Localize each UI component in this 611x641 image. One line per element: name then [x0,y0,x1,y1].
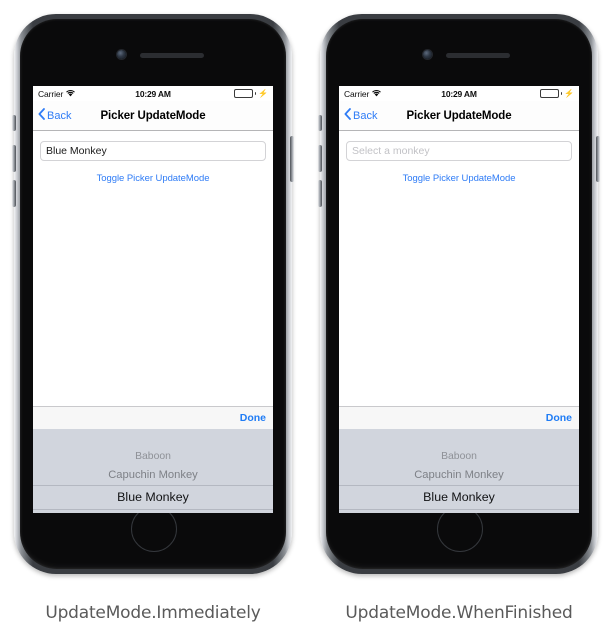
power-button-right[interactable] [596,136,600,182]
picker-row[interactable]: Capuchin Monkey [339,466,579,485]
front-camera-icon [117,50,126,59]
picker-rows-right: Baboon Capuchin Monkey Blue Monkey Squir… [339,447,579,513]
status-bar-left: Carrier 10:29 AM ⚡ [33,86,273,101]
lightning-bolt-icon: ⚡ [564,88,574,98]
phone-screen-left: Carrier 10:29 AM ⚡ Back Picker UpdateMod… [33,86,273,513]
back-button-right[interactable]: Back [344,108,377,123]
picker-row-selected[interactable]: Blue Monkey [33,485,273,509]
picker-row[interactable]: Capuchin Monkey [33,466,273,485]
status-bar-right: Carrier 10:29 AM ⚡ [339,86,579,101]
content-area-right: Toggle Picker UpdateMode [339,131,579,406]
toggle-picker-updatemode-link[interactable]: Toggle Picker UpdateMode [33,173,273,184]
toggle-picker-updatemode-link[interactable]: Toggle Picker UpdateMode [339,173,579,184]
picker-wheel-left[interactable]: Baboon Capuchin Monkey Blue Monkey Squir… [33,429,273,513]
picker-toolbar-right: Done [339,406,579,429]
silent-switch-right[interactable] [318,115,322,131]
volume-up-button-left[interactable] [12,145,16,172]
status-bar-left-group: Carrier [38,88,76,99]
volume-down-button-left[interactable] [12,180,16,207]
picker-row[interactable]: Baboon [33,447,273,466]
picker-selection-line-bottom [33,509,273,510]
phone-bezel-right: Carrier 10:29 AM ⚡ Back Picker UpdateMod… [326,19,592,569]
picker-selection-line-bottom [339,509,579,510]
picker-rows-left: Baboon Capuchin Monkey Blue Monkey Squir… [33,447,273,513]
carrier-label: Carrier [344,88,370,99]
front-camera-icon [423,50,432,59]
volume-up-button-right[interactable] [318,145,322,172]
carrier-label: Carrier [38,88,64,99]
lightning-bolt-icon: ⚡ [258,88,268,98]
phone-device-right: Carrier 10:29 AM ⚡ Back Picker UpdateMod… [318,14,600,574]
back-button-label: Back [353,109,378,122]
phone-bezel-left: Carrier 10:29 AM ⚡ Back Picker UpdateMod… [20,19,286,569]
caption-left: UpdateMode.Immediately [45,603,261,623]
content-area-left: Toggle Picker UpdateMode [33,131,273,406]
monkey-text-field[interactable] [346,141,572,161]
picker-wheel-right[interactable]: Baboon Capuchin Monkey Blue Monkey Squir… [339,429,579,513]
picker-row-selected[interactable]: Blue Monkey [339,485,579,509]
earpiece-speaker [446,53,510,58]
battery-cap-icon [254,91,257,96]
picker-toolbar-left: Done [33,406,273,429]
caption-right: UpdateMode.WhenFinished [345,603,573,623]
picker-selection-line-top [339,485,579,486]
text-field-container-left [33,131,273,161]
phone-device-left: Carrier 10:29 AM ⚡ Back Picker UpdateMod… [12,14,294,574]
done-button[interactable]: Done [240,412,266,424]
done-button[interactable]: Done [546,412,572,424]
nav-bar-right: Back Picker UpdateMode [339,101,579,131]
picker-row[interactable]: Baboon [339,447,579,466]
status-bar-right-group: ⚡ [540,89,574,98]
silent-switch-left[interactable] [12,115,16,131]
status-bar-right-group: ⚡ [234,89,268,98]
battery-icon [540,89,560,98]
wifi-icon [372,89,382,99]
comparison-stage: Carrier 10:29 AM ⚡ Back Picker UpdateMod… [0,0,611,641]
back-button-label: Back [47,109,72,122]
back-button-left[interactable]: Back [38,108,71,123]
volume-down-button-right[interactable] [318,180,322,207]
status-bar-left-group: Carrier [344,88,382,99]
text-field-container-right [339,131,579,161]
battery-icon [234,89,254,98]
chevron-left-icon [38,108,45,123]
battery-cap-icon [560,91,563,96]
wifi-icon [66,89,76,99]
chevron-left-icon [344,108,351,123]
monkey-text-field[interactable] [40,141,266,161]
picker-selection-line-top [33,485,273,486]
nav-bar-left: Back Picker UpdateMode [33,101,273,131]
phone-screen-right: Carrier 10:29 AM ⚡ Back Picker UpdateMod… [339,86,579,513]
earpiece-speaker [140,53,204,58]
power-button-left[interactable] [290,136,294,182]
